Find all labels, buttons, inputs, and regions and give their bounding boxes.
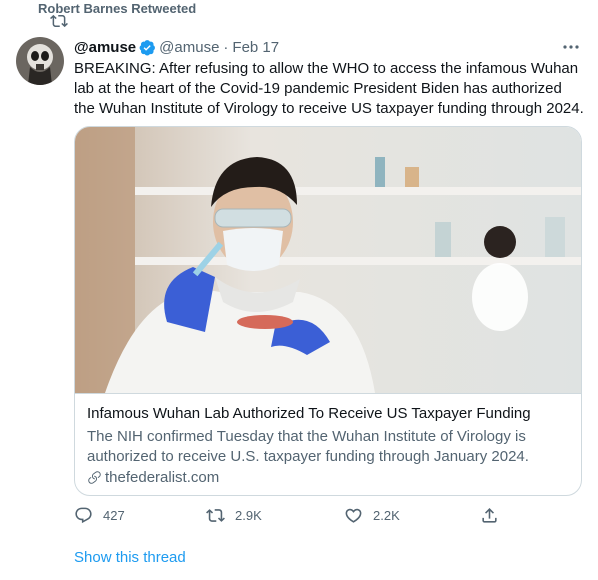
retweet-action-icon xyxy=(206,509,225,522)
verified-badge-icon xyxy=(139,39,156,56)
reply-icon xyxy=(75,507,92,524)
tweet-text: BREAKING: After refusing to allow the WH… xyxy=(74,60,584,117)
retweet-button[interactable]: 2.9K xyxy=(206,506,262,525)
like-count: 2.2K xyxy=(373,508,400,523)
card-domain: thefederalist.com xyxy=(87,469,219,486)
link-card[interactable]: Infamous Wuhan Lab Authorized To Receive… xyxy=(74,126,582,496)
tweet-header: @amuse @amuse · Feb 17 xyxy=(74,37,279,57)
avatar[interactable] xyxy=(16,37,64,85)
card-image xyxy=(75,127,581,394)
like-button[interactable]: 2.2K xyxy=(344,506,400,525)
retweet-count: 2.9K xyxy=(235,508,262,523)
link-icon xyxy=(88,471,101,484)
reply-count: 427 xyxy=(103,508,125,523)
retweet-label[interactable]: Robert Barnes Retweeted xyxy=(38,1,196,16)
handle[interactable]: @amuse xyxy=(159,39,219,56)
card-domain-text[interactable]: thefederalist.com xyxy=(105,469,219,486)
more-icon[interactable] xyxy=(560,38,582,56)
like-icon xyxy=(345,508,362,523)
separator-dot: · xyxy=(223,38,229,56)
share-icon xyxy=(482,508,497,523)
card-description: The NIH confirmed Tuesday that the Wuhan… xyxy=(87,428,529,465)
tweet-date[interactable]: Feb 17 xyxy=(232,39,279,56)
share-button[interactable] xyxy=(480,506,499,525)
tweet-actions: 427 2.9K 2.2K xyxy=(74,506,514,530)
reply-button[interactable]: 427 xyxy=(74,506,125,525)
card-title: Infamous Wuhan Lab Authorized To Receive… xyxy=(87,405,531,422)
show-thread-link[interactable]: Show this thread xyxy=(74,549,186,566)
display-name[interactable]: @amuse xyxy=(74,39,136,56)
